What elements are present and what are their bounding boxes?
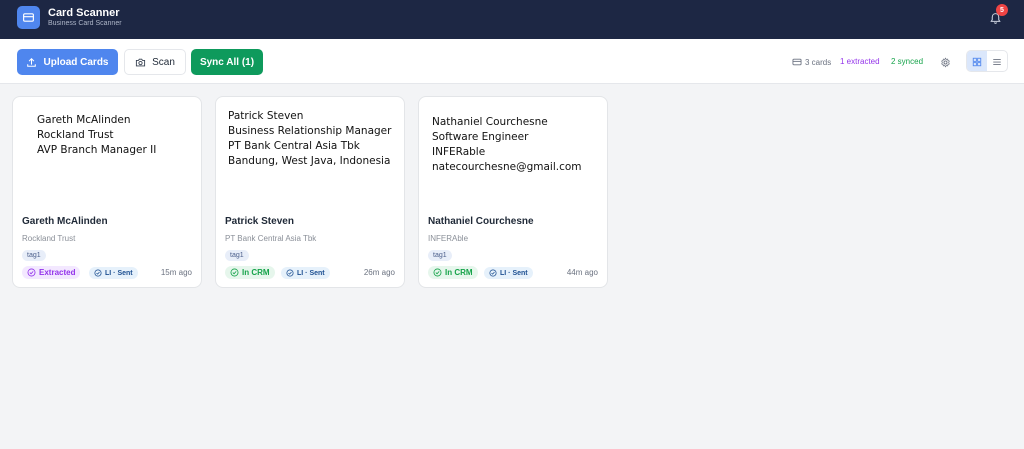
card-image-line: Software Engineer bbox=[432, 131, 529, 143]
extracted-stat: 1 extracted bbox=[840, 57, 880, 66]
check-circle-icon bbox=[27, 268, 36, 277]
linkedin-status-text: LI · Sent bbox=[105, 269, 133, 277]
settings-button[interactable] bbox=[938, 55, 952, 69]
card-image-line: Rockland Trust bbox=[37, 129, 114, 141]
card-image: Gareth McAlinden Rockland Trust AVP Bran… bbox=[13, 97, 201, 207]
timestamp: 44m ago bbox=[566, 268, 598, 277]
linkedin-status-badge: LI · Sent bbox=[281, 267, 330, 279]
check-circle-icon bbox=[286, 269, 294, 277]
card-image: Nathaniel Courchesne Software Engineer I… bbox=[419, 97, 607, 207]
contact-name: Gareth McAlinden bbox=[22, 216, 108, 227]
app-header: Card Scanner Business Card Scanner 5 bbox=[0, 0, 1024, 39]
card-count-stat: 3 cards bbox=[792, 57, 831, 67]
status-text: In CRM bbox=[242, 268, 270, 277]
contact-company: INFERAble bbox=[428, 234, 469, 243]
card-image-line: Patrick Steven bbox=[228, 110, 304, 122]
status-badge: Extracted bbox=[22, 266, 81, 279]
business-card-tile[interactable]: Patrick Steven Business Relationship Man… bbox=[215, 96, 405, 288]
grid-icon bbox=[972, 57, 982, 67]
card-icon bbox=[792, 58, 802, 66]
contact-company: PT Bank Central Asia Tbk bbox=[225, 234, 317, 243]
scan-button[interactable]: Scan bbox=[124, 49, 186, 75]
linkedin-status-text: LI · Sent bbox=[297, 269, 325, 277]
grid-view-button[interactable] bbox=[967, 51, 987, 71]
view-mode-toggle bbox=[966, 50, 1008, 72]
camera-icon bbox=[136, 58, 146, 66]
check-circle-icon bbox=[94, 269, 102, 277]
sync-all-button[interactable]: Sync All (1) bbox=[191, 49, 263, 75]
business-card-tile[interactable]: Gareth McAlinden Rockland Trust AVP Bran… bbox=[12, 96, 202, 288]
list-view-button[interactable] bbox=[987, 51, 1007, 71]
app-title: Card Scanner bbox=[48, 7, 120, 19]
gear-icon bbox=[940, 57, 950, 67]
tag-chip[interactable]: tag1 bbox=[225, 250, 249, 261]
card-image-line: AVP Branch Manager II bbox=[37, 144, 157, 156]
check-circle-icon bbox=[433, 268, 442, 277]
upload-icon bbox=[27, 57, 37, 67]
contact-name: Nathaniel Courchesne bbox=[428, 216, 534, 227]
timestamp: 26m ago bbox=[363, 268, 395, 277]
card-image-line: natecourchesne@gmail.com bbox=[432, 161, 582, 173]
card-image-line: Business Relationship Manager bbox=[228, 125, 392, 137]
card-scanner-logo-icon bbox=[17, 6, 40, 29]
card-image-line: Gareth McAlinden bbox=[37, 114, 131, 126]
linkedin-status-text: LI · Sent bbox=[500, 269, 528, 277]
toolbar: Upload Cards Scan Sync All (1) 3 cards 1… bbox=[0, 39, 1024, 84]
notification-count-badge: 5 bbox=[996, 4, 1008, 16]
status-text: In CRM bbox=[445, 268, 473, 277]
card-image-line: PT Bank Central Asia Tbk bbox=[228, 140, 360, 152]
sync-all-label: Sync All (1) bbox=[199, 56, 255, 68]
tag-chip[interactable]: tag1 bbox=[22, 250, 46, 261]
linkedin-status-badge: LI · Sent bbox=[89, 267, 138, 279]
timestamp: 15m ago bbox=[160, 268, 192, 277]
card-image-line: Bandung, West Java, Indonesia bbox=[228, 155, 391, 167]
tag-chip[interactable]: tag1 bbox=[428, 250, 452, 261]
linkedin-status-badge: LI · Sent bbox=[484, 267, 533, 279]
card-image-line: Nathaniel Courchesne bbox=[432, 116, 548, 128]
app-subtitle: Business Card Scanner bbox=[48, 20, 122, 27]
check-circle-icon bbox=[230, 268, 239, 277]
synced-stat: 2 synced bbox=[891, 57, 924, 66]
status-text: Extracted bbox=[39, 268, 76, 277]
card-count-text: 3 cards bbox=[805, 57, 832, 67]
contact-company: Rockland Trust bbox=[22, 234, 76, 243]
scan-label: Scan bbox=[152, 56, 175, 68]
upload-cards-label: Upload Cards bbox=[43, 56, 109, 68]
contact-name: Patrick Steven bbox=[225, 216, 294, 227]
list-icon bbox=[993, 59, 1001, 65]
check-circle-icon bbox=[489, 269, 497, 277]
status-badge: In CRM bbox=[428, 266, 478, 279]
upload-cards-button[interactable]: Upload Cards bbox=[17, 49, 118, 75]
business-card-tile[interactable]: Nathaniel Courchesne Software Engineer I… bbox=[418, 96, 608, 288]
card-image-line: INFERable bbox=[432, 146, 486, 158]
status-badge: In CRM bbox=[225, 266, 275, 279]
card-image: Patrick Steven Business Relationship Man… bbox=[216, 97, 404, 207]
